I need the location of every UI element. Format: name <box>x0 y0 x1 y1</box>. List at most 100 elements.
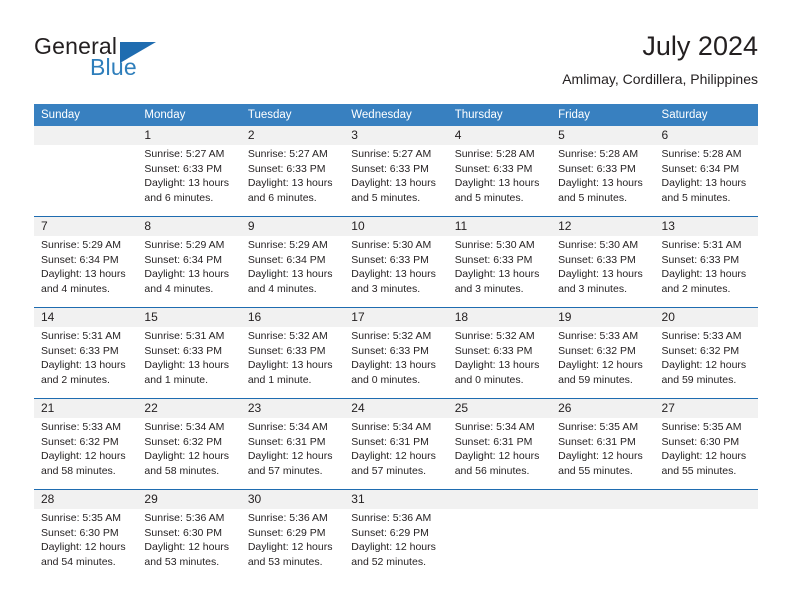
day-number[interactable]: 1 <box>137 126 240 145</box>
day-number[interactable]: 10 <box>344 217 447 236</box>
day-number[interactable]: 25 <box>448 399 551 418</box>
day-number[interactable]: 13 <box>655 217 758 236</box>
day-cell[interactable]: Sunrise: 5:30 AM Sunset: 6:33 PM Daylight:… <box>448 236 551 307</box>
daylight-text-line1: Daylight: 12 hours <box>247 541 333 553</box>
sunrise-text: Sunrise: 5:32 AM <box>351 330 432 342</box>
sunrise-text: Sunrise: 5:35 AM <box>41 512 121 524</box>
day-number[interactable]: 20 <box>655 308 758 327</box>
daylight-text-line2: and 5 minutes. <box>558 191 627 204</box>
day-cell[interactable]: Sunrise: 5:35 AM Sunset: 6:31 PM Daylight:… <box>551 418 654 489</box>
day-cell[interactable]: Sunrise: 5:36 AM Sunset: 6:30 PM Daylight:… <box>137 509 240 580</box>
daylight-text-line1: Daylight: 13 hours <box>454 177 540 189</box>
day-cell[interactable]: Sunrise: 5:30 AM Sunset: 6:33 PM Daylight:… <box>551 236 654 307</box>
day-number[interactable]: 3 <box>344 126 447 145</box>
day-cell[interactable]: Sunrise: 5:34 AM Sunset: 6:31 PM Daylight:… <box>344 418 447 489</box>
sunset-text: Sunset: 6:33 PM <box>661 253 740 266</box>
day-number[interactable]: 11 <box>448 217 551 236</box>
day-cell[interactable]: Sunrise: 5:27 AM Sunset: 6:33 PM Daylight:… <box>241 145 344 216</box>
day-number[interactable]: 31 <box>344 490 447 509</box>
page-title: July 2024 <box>642 31 758 61</box>
day-cell[interactable]: Sunrise: 5:30 AM Sunset: 6:33 PM Daylight:… <box>344 236 447 307</box>
sunrise-text: Sunrise: 5:34 AM <box>144 421 225 433</box>
day-number[interactable]: 15 <box>137 308 240 327</box>
day-number[interactable]: 27 <box>655 399 758 418</box>
sunset-text: Sunset: 6:32 PM <box>144 435 223 448</box>
weekday-header-wednesday: Wednesday <box>351 109 412 121</box>
day-cell[interactable]: Sunrise: 5:32 AM Sunset: 6:33 PM Daylight:… <box>448 327 551 398</box>
day-cell[interactable]: Sunrise: 5:29 AM Sunset: 6:34 PM Daylight:… <box>241 236 344 307</box>
day-number[interactable]: 19 <box>551 308 654 327</box>
sunset-text: Sunset: 6:33 PM <box>351 344 429 357</box>
sunrise-text: Sunrise: 5:29 AM <box>41 239 121 251</box>
daylight-text-line1: Daylight: 12 hours <box>144 541 230 553</box>
day-number[interactable]: 14 <box>34 308 137 327</box>
day-number[interactable]: 6 <box>655 126 758 145</box>
daylight-text-line1: Daylight: 13 hours <box>41 268 126 280</box>
sunrise-text: Sunrise: 5:30 AM <box>454 239 535 251</box>
day-number[interactable]: 16 <box>241 308 344 327</box>
sunrise-text: Sunrise: 5:27 AM <box>247 148 328 160</box>
sunrise-text: Sunrise: 5:28 AM <box>661 148 742 160</box>
sunrise-text: Sunrise: 5:35 AM <box>661 421 742 433</box>
day-number[interactable]: 7 <box>34 217 137 236</box>
day-cell[interactable]: Sunrise: 5:36 AM Sunset: 6:29 PM Daylight:… <box>241 509 344 580</box>
daylight-text-line1: Daylight: 13 hours <box>144 359 230 371</box>
sunrise-text: Sunrise: 5:35 AM <box>558 421 639 433</box>
day-number[interactable]: 29 <box>137 490 240 509</box>
day-number[interactable]: 4 <box>448 126 551 145</box>
sunset-text: Sunset: 6:33 PM <box>454 253 533 266</box>
day-number[interactable]: 26 <box>551 399 654 418</box>
day-cell[interactable]: Sunrise: 5:29 AM Sunset: 6:34 PM Daylight:… <box>34 236 137 307</box>
daylight-text-line2: and 3 minutes. <box>558 282 627 295</box>
day-cell[interactable]: Sunrise: 5:35 AM Sunset: 6:30 PM Daylight:… <box>655 418 758 489</box>
day-number[interactable]: 2 <box>241 126 344 145</box>
day-cell[interactable]: Sunrise: 5:31 AM Sunset: 6:33 PM Daylight:… <box>655 236 758 307</box>
day-cell[interactable]: Sunrise: 5:32 AM Sunset: 6:33 PM Daylight:… <box>241 327 344 398</box>
day-detail-band: Sunrise: 5:29 AM Sunset: 6:34 PM Daylight:… <box>34 236 758 307</box>
day-number-empty <box>655 490 758 509</box>
day-number[interactable]: 12 <box>551 217 654 236</box>
sunrise-text: Sunrise: 5:30 AM <box>558 239 639 251</box>
sunset-text: Sunset: 6:32 PM <box>41 435 119 448</box>
day-number[interactable]: 17 <box>344 308 447 327</box>
day-cell[interactable]: Sunrise: 5:35 AM Sunset: 6:30 PM Daylight:… <box>34 509 137 580</box>
day-cell[interactable]: Sunrise: 5:34 AM Sunset: 6:31 PM Daylight:… <box>241 418 344 489</box>
day-cell[interactable]: Sunrise: 5:33 AM Sunset: 6:32 PM Daylight:… <box>551 327 654 398</box>
calendar-week-row: 28 29 30 31 Sunrise: 5:35 AM Sunset: 6:30 PM D… <box>34 489 758 580</box>
day-cell[interactable]: Sunrise: 5:28 AM Sunset: 6:33 PM Daylight:… <box>551 145 654 216</box>
sunrise-text: Sunrise: 5:33 AM <box>661 330 742 342</box>
day-number[interactable]: 30 <box>241 490 344 509</box>
day-number[interactable]: 24 <box>344 399 447 418</box>
day-cell[interactable]: Sunrise: 5:27 AM Sunset: 6:33 PM Daylight:… <box>344 145 447 216</box>
day-cell[interactable]: Sunrise: 5:31 AM Sunset: 6:33 PM Daylight:… <box>34 327 137 398</box>
day-number[interactable]: 23 <box>241 399 344 418</box>
daylight-text-line1: Daylight: 13 hours <box>454 359 540 371</box>
day-cell[interactable]: Sunrise: 5:31 AM Sunset: 6:33 PM Daylight:… <box>137 327 240 398</box>
day-cell[interactable]: Sunrise: 5:36 AM Sunset: 6:29 PM Daylight:… <box>344 509 447 580</box>
day-number[interactable]: 8 <box>137 217 240 236</box>
day-number-empty <box>551 490 654 509</box>
day-number[interactable]: 28 <box>34 490 137 509</box>
weekday-header-row: Sunday Monday Tuesday Wednesday Thursday… <box>34 104 758 126</box>
day-cell[interactable]: Sunrise: 5:34 AM Sunset: 6:32 PM Daylight:… <box>137 418 240 489</box>
general-blue-logo[interactable]: General Blue <box>34 33 254 85</box>
day-cell[interactable]: Sunrise: 5:29 AM Sunset: 6:34 PM Daylight:… <box>137 236 240 307</box>
day-cell[interactable]: Sunrise: 5:33 AM Sunset: 6:32 PM Daylight:… <box>655 327 758 398</box>
sunset-text: Sunset: 6:33 PM <box>41 344 119 357</box>
day-cell[interactable]: Sunrise: 5:34 AM Sunset: 6:31 PM Daylight:… <box>448 418 551 489</box>
sunrise-text: Sunrise: 5:36 AM <box>351 512 432 524</box>
day-number[interactable]: 18 <box>448 308 551 327</box>
day-number[interactable]: 9 <box>241 217 344 236</box>
sunset-text: Sunset: 6:33 PM <box>247 344 326 357</box>
day-cell[interactable]: Sunrise: 5:32 AM Sunset: 6:33 PM Daylight:… <box>344 327 447 398</box>
sunrise-text: Sunrise: 5:27 AM <box>144 148 225 160</box>
day-cell[interactable]: Sunrise: 5:28 AM Sunset: 6:33 PM Daylight:… <box>448 145 551 216</box>
day-number[interactable]: 5 <box>551 126 654 145</box>
day-number[interactable]: 21 <box>34 399 137 418</box>
day-number[interactable]: 22 <box>137 399 240 418</box>
day-cell[interactable]: Sunrise: 5:28 AM Sunset: 6:34 PM Daylight:… <box>655 145 758 216</box>
day-cell[interactable]: Sunrise: 5:33 AM Sunset: 6:32 PM Daylight:… <box>34 418 137 489</box>
daylight-text-line2: and 3 minutes. <box>454 282 524 295</box>
weekday-header-tuesday: Tuesday <box>247 109 292 121</box>
day-cell[interactable]: Sunrise: 5:27 AM Sunset: 6:33 PM Daylight:… <box>137 145 240 216</box>
